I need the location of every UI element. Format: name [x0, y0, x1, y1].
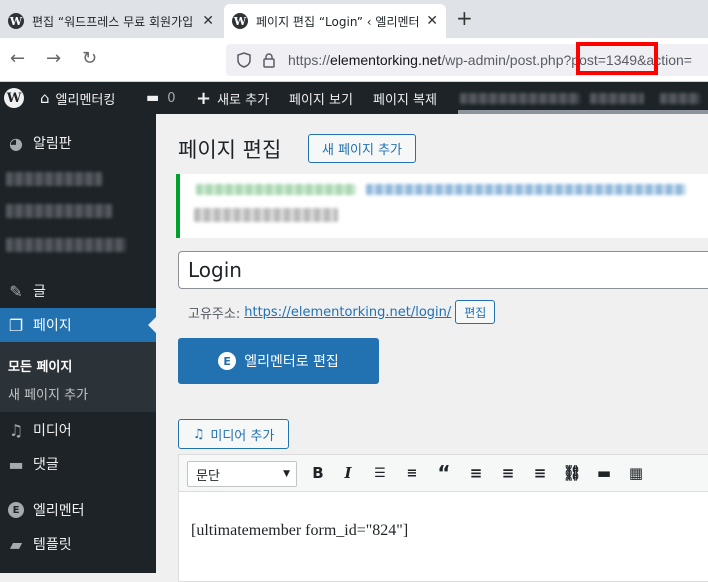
elementor-button-label: 엘리멘터로 편집 — [244, 354, 339, 370]
home-icon: ⌂ — [40, 89, 50, 107]
align-center-icon[interactable]: ≡ — [497, 462, 519, 484]
submenu-add-page[interactable]: 새 페이지 추가 — [8, 384, 88, 403]
format-select-value: 문단 — [196, 468, 220, 484]
new-content-menu[interactable]: + 새로 추가 — [196, 82, 269, 114]
shield-icon — [237, 52, 251, 68]
redacted-text — [460, 93, 580, 104]
browser-tab[interactable]: W 편집 “워드프레스 무료 회원가입 ✕ — [0, 4, 222, 38]
permalink-label: 고유주소: — [188, 306, 241, 322]
align-right-icon[interactable]: ≡ — [529, 462, 551, 484]
media-icon: ♫ — [192, 426, 205, 442]
redacted-text — [196, 184, 356, 195]
admin-bar: W ⌂ 엘리멘터킹 ▬ 0 + 새로 추가 페이지 보기 페이지 복제 — [0, 82, 708, 114]
edit-with-elementor-button[interactable]: E 엘리멘터로 편집 — [178, 338, 379, 384]
back-icon[interactable]: ← — [10, 48, 25, 69]
link-icon[interactable]: ⛓ — [561, 462, 583, 484]
duplicate-page-link[interactable]: 페이지 복제 — [373, 82, 437, 114]
toolbar-toggle-icon[interactable]: ▦ — [625, 462, 647, 484]
browser-tab-active[interactable]: W 페이지 편집 “Login” ‹ 엘리멘터 ✕ — [224, 4, 446, 38]
comment-count: 0 — [167, 90, 176, 106]
sidebar-item-comments[interactable]: ▬ 댓글 — [0, 447, 156, 481]
comments-link[interactable]: ▬ 0 — [146, 82, 176, 114]
sidebar-item-dashboard[interactable]: ◕ 알림판 — [0, 126, 156, 160]
shortcode-text: [ultimatemember form_id="824"] — [191, 522, 409, 539]
close-icon[interactable]: ✕ — [426, 13, 438, 29]
editor-toolbar: 문단 ▼ B I ☰ ≡ “ ≡ ≡ ≡ ⛓ ▬ ▦ — [178, 454, 708, 492]
media-icon: ♫ — [8, 420, 24, 440]
page-title: 페이지 편집 — [178, 138, 282, 162]
comment-icon: ▬ — [146, 90, 160, 106]
sidebar-item-media[interactable]: ♫ 미디어 — [0, 413, 156, 447]
lock-icon — [263, 53, 275, 68]
main-content: 페이지 편집 새 페이지 추가 Login 고유주소: https://elem… — [156, 114, 708, 582]
dashboard-icon: ◕ — [9, 133, 23, 153]
permalink-link[interactable]: https://elementorking.net/login/ — [244, 305, 451, 320]
permalink-row: 고유주소: https://elementorking.net/login/ 편… — [188, 300, 496, 324]
redacted-text — [660, 93, 700, 104]
notice-box — [176, 174, 708, 238]
post-title-input[interactable]: Login — [178, 251, 708, 289]
sidebar-item-templates[interactable]: ▰ 템플릿 — [0, 527, 156, 561]
redacted-menu-item — [6, 204, 112, 218]
add-new-page-button[interactable]: 새 페이지 추가 — [308, 134, 416, 163]
sidebar-item-label: 엘리멘터 — [33, 503, 85, 519]
read-more-icon[interactable]: ▬ — [593, 462, 615, 484]
site-name-link[interactable]: ⌂ 엘리멘터킹 — [40, 82, 115, 114]
reload-icon[interactable]: ↻ — [82, 48, 97, 69]
add-media-button[interactable]: ♫ 미디어 추가 — [178, 419, 289, 449]
close-icon[interactable]: ✕ — [202, 13, 214, 29]
edit-permalink-button[interactable]: 편집 — [455, 300, 496, 324]
browser-tab-bar: W 편집 “워드프레스 무료 회원가입 ✕ W 페이지 편집 “Login” ‹… — [0, 0, 708, 38]
sidebar-item-label: 글 — [33, 284, 46, 300]
tab-title: 페이지 편집 “Login” ‹ 엘리멘터 — [256, 14, 420, 29]
align-left-icon[interactable]: ≡ — [465, 462, 487, 484]
bullet-list-icon[interactable]: ☰ — [369, 462, 391, 484]
redacted-link — [366, 184, 686, 195]
sidebar-item-pages[interactable]: ❐ 페이지 — [0, 308, 156, 342]
redacted-menu-item — [6, 172, 102, 186]
submenu-all-pages[interactable]: 모든 페이지 — [8, 356, 72, 375]
redacted-text — [194, 208, 338, 222]
sidebar-item-label: 댓글 — [33, 457, 59, 473]
pages-icon: ❐ — [8, 315, 24, 335]
sidebar-item-posts[interactable]: ✎ 글 — [0, 274, 156, 308]
sidebar-item-label: 미디어 — [33, 423, 72, 439]
format-select[interactable]: 문단 ▼ — [187, 461, 297, 487]
wordpress-icon: W — [232, 13, 248, 29]
content-editor[interactable]: [ultimatemember form_id="824"] — [178, 492, 708, 582]
bold-icon[interactable]: B — [307, 462, 329, 484]
sidebar-item-label: 알림판 — [33, 136, 72, 152]
highlight-box — [576, 42, 658, 75]
folder-icon: ▰ — [9, 534, 23, 554]
tab-title: 편집 “워드프레스 무료 회원가입 — [32, 14, 194, 29]
sidebar-item-elementor[interactable]: E 엘리멘터 — [0, 493, 156, 527]
view-page-link[interactable]: 페이지 보기 — [289, 82, 353, 114]
new-tab-button[interactable]: + — [456, 6, 473, 30]
elementor-icon: E — [6, 500, 26, 520]
forward-icon[interactable]: → — [46, 48, 61, 69]
elementor-icon: E — [218, 352, 237, 370]
sidebar-item-label: 템플릿 — [33, 537, 72, 553]
sidebar-item-label: 페이지 — [33, 318, 72, 334]
active-arrow — [148, 317, 156, 333]
comment-icon: ▬ — [8, 454, 24, 474]
wordpress-logo-icon[interactable]: W — [4, 82, 24, 114]
site-name: 엘리멘터킹 — [55, 92, 116, 108]
redacted-text — [590, 93, 644, 104]
numbered-list-icon[interactable]: ≡ — [401, 462, 423, 484]
admin-sidebar: ◕ 알림판 ✎ 글 ❐ 페이지 모든 페이지 새 페이지 추가 ♫ 미디어 ▬ … — [0, 114, 156, 573]
plus-icon: + — [196, 87, 212, 109]
blockquote-icon[interactable]: “ — [433, 461, 455, 485]
new-label: 새로 추가 — [217, 92, 270, 108]
wordpress-icon: W — [8, 13, 24, 29]
add-media-label: 미디어 추가 — [210, 428, 275, 444]
chevron-down-icon: ▼ — [283, 469, 290, 479]
italic-icon[interactable]: I — [337, 462, 359, 484]
pin-icon: ✎ — [9, 281, 23, 301]
redacted-menu-item — [6, 238, 126, 252]
pages-submenu: 모든 페이지 새 페이지 추가 — [0, 342, 156, 412]
